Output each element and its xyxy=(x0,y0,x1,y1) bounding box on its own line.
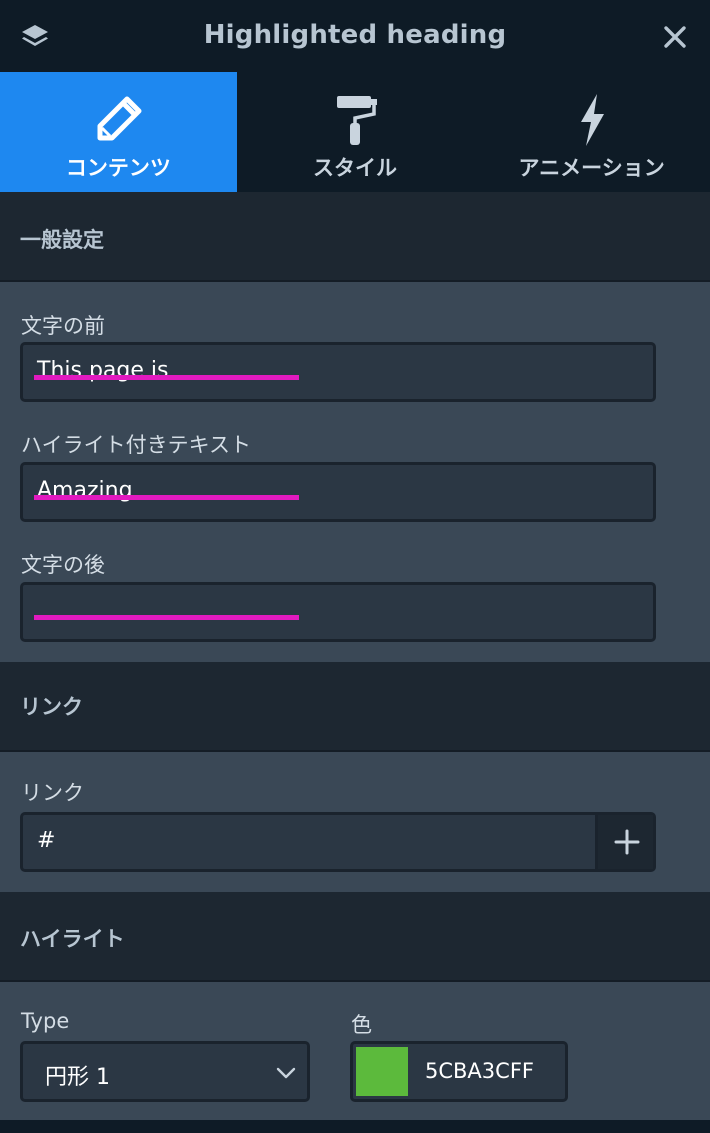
lightning-icon xyxy=(580,94,604,146)
panel-title: Highlighted heading xyxy=(203,20,507,50)
text-underline xyxy=(34,495,299,500)
tab-bar: コンテンツ スタイル アニメーション xyxy=(0,72,710,192)
link-value: # xyxy=(37,828,56,853)
add-link-button[interactable] xyxy=(595,815,653,869)
panel-bottom-strip xyxy=(0,1120,710,1133)
color-swatch[interactable] xyxy=(356,1047,408,1096)
section-title-general: 一般設定 xyxy=(20,228,104,252)
after-text-label: 文字の後 xyxy=(21,553,105,577)
type-select[interactable]: 円形 1 xyxy=(20,1041,310,1102)
section-body-link: リンク # xyxy=(0,752,710,892)
chevron-down-icon xyxy=(276,1067,296,1079)
section-body-general: 文字の前 This page is ハイライト付きテキスト Amazing 文字… xyxy=(0,282,710,662)
pencil-icon xyxy=(97,96,142,141)
color-picker[interactable]: 5CBA3CFF xyxy=(350,1041,568,1102)
close-icon[interactable] xyxy=(662,24,688,50)
section-header-highlight[interactable]: ハイライト xyxy=(0,892,710,982)
highlight-text-label: ハイライト付きテキスト xyxy=(21,433,251,457)
paint-roller-icon xyxy=(336,96,377,145)
before-text-label: 文字の前 xyxy=(21,314,105,338)
plus-icon xyxy=(614,829,640,855)
tab-style-label: スタイル xyxy=(312,156,397,180)
color-label: 色 xyxy=(351,1013,372,1037)
highlight-text-input[interactable]: Amazing xyxy=(20,462,656,522)
tab-style[interactable]: スタイル xyxy=(236,72,474,192)
tab-animation-label: アニメーション xyxy=(518,156,665,180)
tab-content[interactable]: コンテンツ xyxy=(0,72,237,192)
section-title-link: リンク xyxy=(20,695,83,719)
panel-header: Highlighted heading xyxy=(0,0,710,72)
type-select-value: 円形 1 xyxy=(45,1065,110,1090)
section-header-link[interactable]: リンク xyxy=(0,662,710,752)
text-underline xyxy=(34,615,299,620)
tab-content-label: コンテンツ xyxy=(65,156,171,180)
highlighted-heading-panel: Highlighted heading コンテンツ スタイル アニメーション 一… xyxy=(0,0,710,1133)
link-input[interactable]: # xyxy=(20,812,656,872)
color-hex-value[interactable]: 5CBA3CFF xyxy=(425,1059,534,1083)
after-text-input[interactable] xyxy=(20,582,656,642)
tab-animation[interactable]: アニメーション xyxy=(473,72,710,192)
text-underline xyxy=(34,375,299,380)
section-title-highlight: ハイライト xyxy=(20,927,125,951)
before-text-input[interactable]: This page is xyxy=(20,342,656,402)
type-label: Type xyxy=(21,1009,70,1033)
section-header-general[interactable]: 一般設定 xyxy=(0,192,710,282)
link-label: リンク xyxy=(21,781,84,805)
